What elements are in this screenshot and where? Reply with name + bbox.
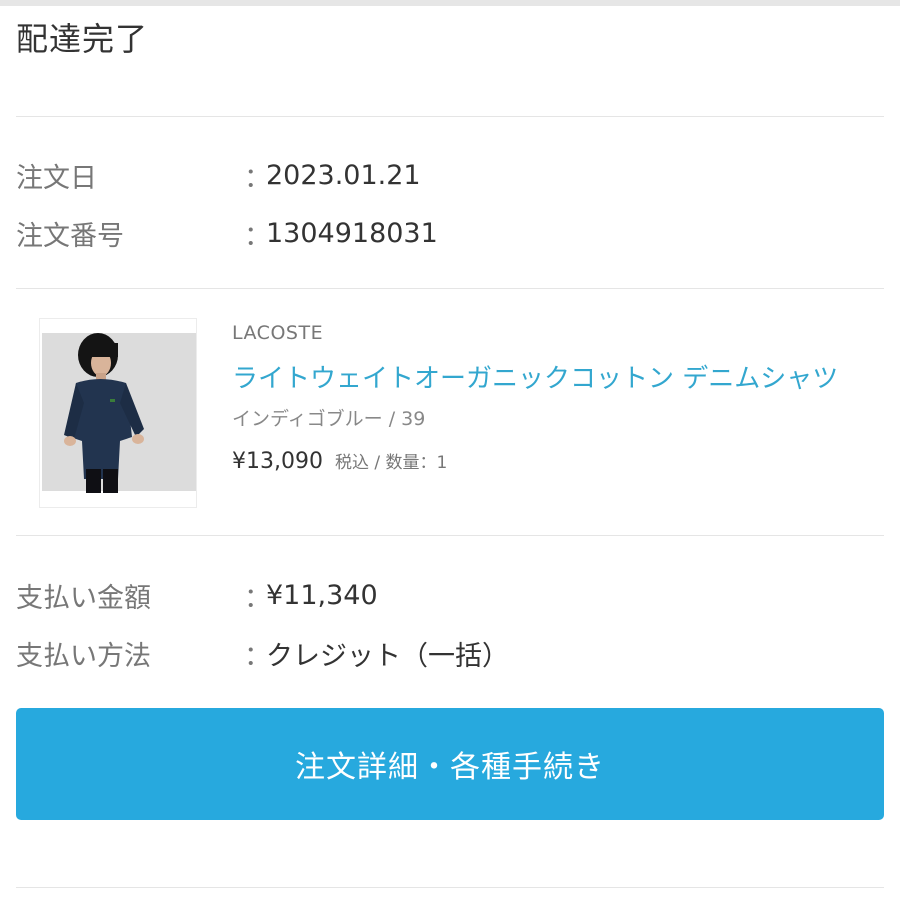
- divider: [16, 535, 884, 536]
- product-price-note: 税込 / 数量：1: [334, 453, 448, 473]
- product-price: ¥13,090: [232, 449, 323, 474]
- payment-method-colon: ：: [244, 640, 271, 672]
- order-status: 配達完了: [16, 20, 149, 58]
- payment-amount-label: 支払い金額: [16, 582, 151, 614]
- product-variant: インディゴブルー / 39: [232, 408, 426, 430]
- payment-amount-row: 支払い金額 ： ¥11,340: [16, 575, 884, 615]
- divider: [16, 887, 884, 888]
- divider: [16, 116, 884, 117]
- divider: [16, 288, 884, 289]
- order-number-label: 注文番号: [16, 220, 124, 252]
- product-name-link[interactable]: ライトウェイトオーガニックコットン デニムシャツ: [232, 358, 838, 395]
- order-details-button[interactable]: 注文詳細・各種手続き: [16, 708, 884, 820]
- payment-method-row: 支払い方法 ： クレジット（一括）: [16, 633, 884, 673]
- order-number-row: 注文番号 ： 1304918031: [16, 213, 884, 253]
- payment-method-label: 支払い方法: [16, 640, 151, 672]
- top-edge-bar: [0, 0, 900, 6]
- payment-amount-colon: ：: [244, 582, 271, 614]
- payment-method-value: クレジット（一括）: [266, 640, 509, 672]
- order-date-row: 注文日 ： 2023.01.21: [16, 155, 884, 195]
- order-number-value: 1304918031: [266, 217, 438, 249]
- payment-amount-value: ¥11,340: [266, 579, 378, 611]
- model-wearing-shirt-image: [40, 319, 196, 507]
- order-date-label: 注文日: [16, 162, 97, 194]
- order-date-value: 2023.01.21: [266, 159, 421, 191]
- product-price-line: ¥13,090 税込 / 数量：1: [232, 448, 447, 474]
- order-date-colon: ：: [244, 162, 271, 194]
- order-number-colon: ：: [244, 220, 271, 252]
- product-brand: LACOSTE: [232, 322, 324, 344]
- product-thumbnail[interactable]: [39, 318, 197, 508]
